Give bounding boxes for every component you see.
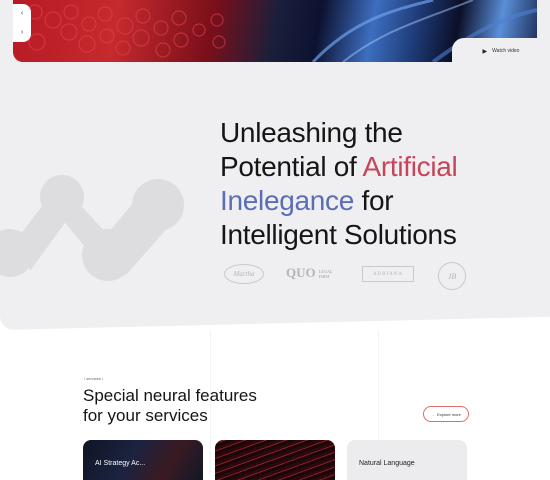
- watch-video-button[interactable]: ▶ Watch video: [452, 38, 550, 64]
- slider-nav: ‹ ›: [13, 4, 31, 42]
- logo-seal: JB: [438, 262, 466, 290]
- service-card-label: Natural Language: [359, 460, 415, 467]
- logo-adriana: ADRIANA: [362, 266, 414, 282]
- service-card[interactable]: AI Strategy Ac...: [83, 440, 203, 480]
- headline-text: Potential of: [220, 151, 363, 182]
- logo-martha: Martha: [224, 264, 264, 284]
- headline-accent-blue: Inelegance: [220, 185, 355, 216]
- headline-line: Intelligent Solutions: [220, 219, 457, 250]
- headline-accent-red: Artificial: [362, 151, 458, 182]
- play-icon: ▶: [482, 48, 488, 55]
- slider-next-button[interactable]: ›: [21, 29, 23, 36]
- headline-line: Unleashing the: [220, 117, 403, 148]
- slider-prev-button[interactable]: ‹: [21, 10, 23, 17]
- headline-line: Potential of Artificial: [220, 150, 540, 184]
- logo-quo: QUO LEGAL FIRM: [286, 265, 333, 280]
- arrow-icon: →: [431, 411, 436, 417]
- partner-logos: Martha QUO LEGAL FIRM ADRIANA JB: [222, 260, 482, 290]
- explore-more-label: Explore more: [437, 411, 461, 417]
- watch-video-label: Watch video: [492, 48, 520, 54]
- headline-text: for: [354, 185, 394, 216]
- section-title: Special neural features for your service…: [83, 386, 257, 425]
- service-card-label: AI Strategy Ac...: [95, 460, 146, 467]
- neural-blob-graphic: [0, 175, 184, 281]
- headline-line: Inelegance for: [220, 184, 540, 218]
- service-card[interactable]: Natural Language: [347, 440, 467, 480]
- explore-more-button[interactable]: → Explore more: [423, 406, 469, 422]
- hero-headline: Unleashing the Potential of Artificial I…: [220, 116, 540, 252]
- service-card[interactable]: [215, 440, 335, 480]
- section-eyebrow: / services /: [84, 376, 104, 381]
